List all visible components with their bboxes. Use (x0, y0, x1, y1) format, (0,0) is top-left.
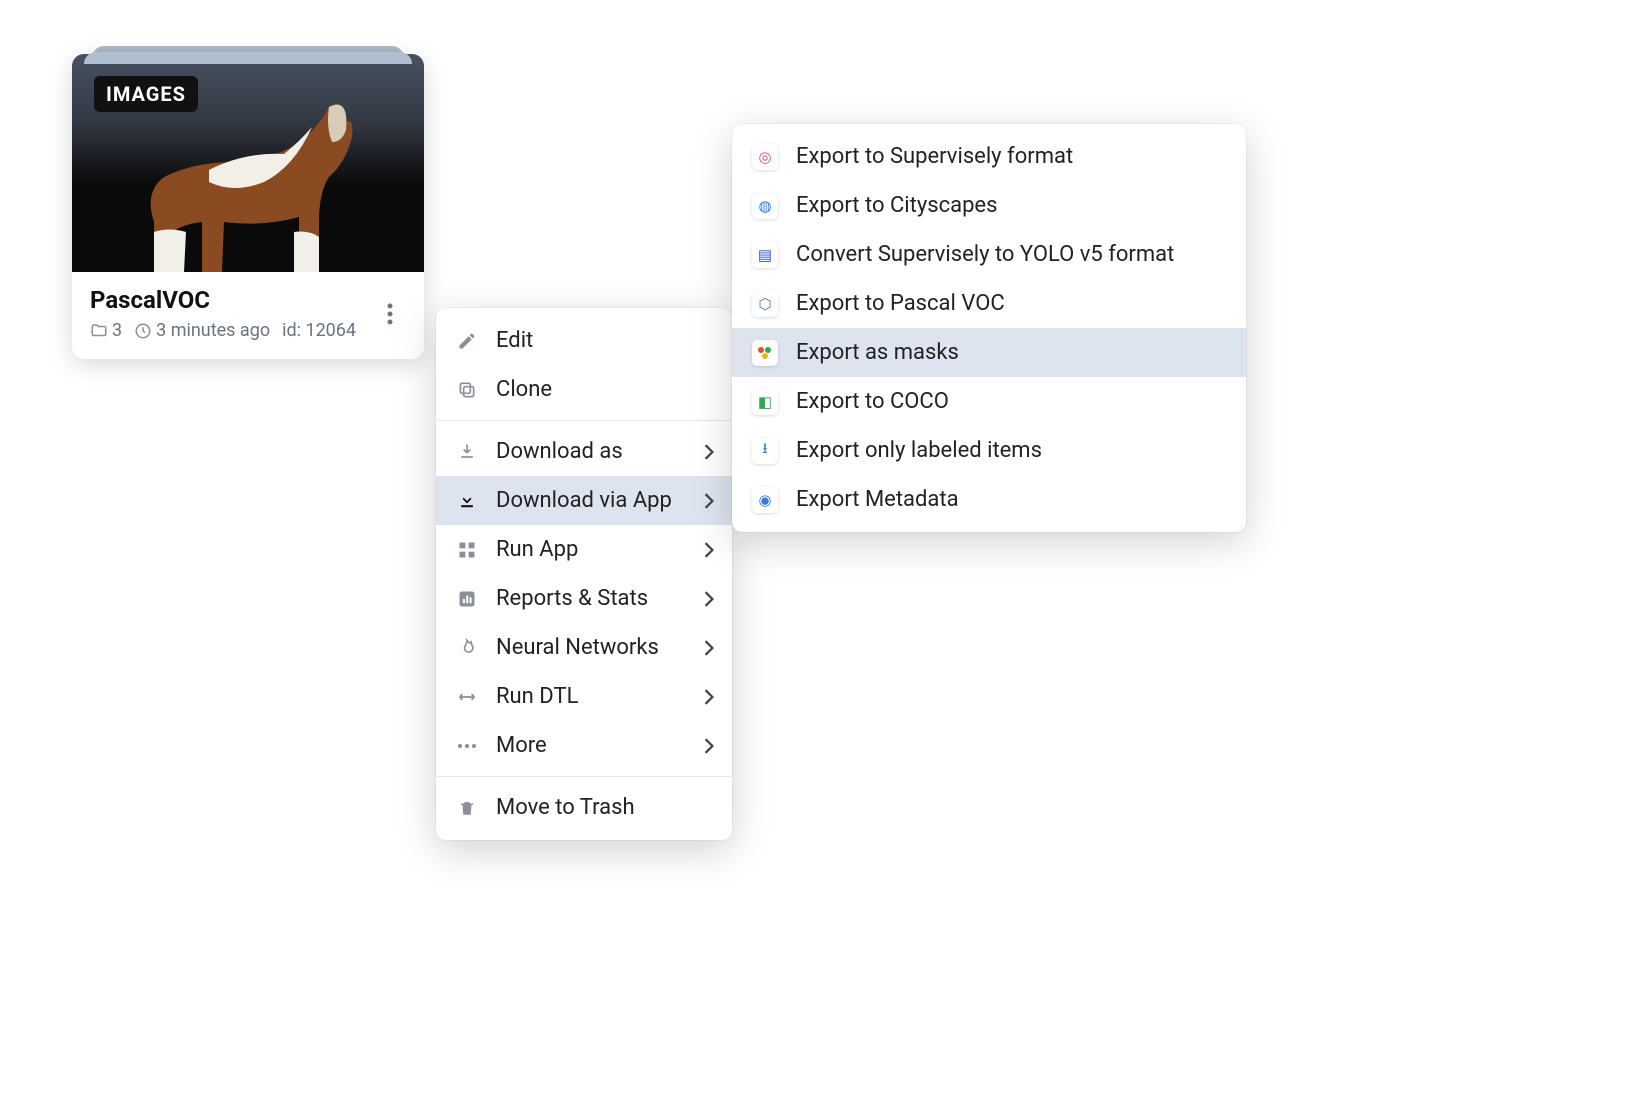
submenu-export-metadata[interactable]: ◉ Export Metadata (732, 475, 1246, 524)
chevron-right-icon (704, 493, 714, 509)
project-meta: 3 3 minutes ago id: 12064 (90, 320, 374, 341)
coco-app-icon: ◧ (752, 389, 778, 415)
images-badge: IMAGES (94, 76, 198, 112)
menu-clone[interactable]: Clone (436, 365, 732, 414)
submenu-export-supervisely[interactable]: ◎ Export to Supervisely format (732, 132, 1246, 181)
project-title: PascalVOC (90, 286, 374, 314)
menu-divider (436, 420, 732, 421)
project-id: id: 12064 (282, 320, 356, 341)
menu-more[interactable]: More (436, 721, 732, 770)
menu-run-app[interactable]: Run App (436, 525, 732, 574)
copy-icon (456, 379, 478, 401)
menu-edit[interactable]: Edit (436, 316, 732, 365)
apps-icon (456, 539, 478, 561)
menu-divider (436, 776, 732, 777)
metadata-app-icon: ◉ (752, 487, 778, 513)
chevron-right-icon (704, 591, 714, 607)
download-icon (456, 441, 478, 463)
menu-download-as[interactable]: Download as (436, 427, 732, 476)
submenu-export-labeled[interactable]: ⭳ Export only labeled items (732, 426, 1246, 475)
chevron-right-icon (704, 689, 714, 705)
masks-app-icon (752, 340, 778, 366)
menu-neural-networks[interactable]: Neural Networks (436, 623, 732, 672)
labeled-app-icon: ⭳ (752, 438, 778, 464)
chevron-right-icon (704, 444, 714, 460)
arrows-horizontal-icon (456, 686, 478, 708)
chevron-right-icon (704, 542, 714, 558)
submenu-export-cityscapes[interactable]: ◍ Export to Cityscapes (732, 181, 1246, 230)
menu-reports[interactable]: Reports & Stats (436, 574, 732, 623)
chevron-right-icon (704, 738, 714, 754)
submenu-export-pascal[interactable]: ⬡ Export to Pascal VOC (732, 279, 1246, 328)
project-age: 3 minutes ago (134, 320, 270, 341)
supervisely-app-icon: ◎ (752, 144, 778, 170)
menu-download-via-app[interactable]: Download via App (436, 476, 732, 525)
more-options-button[interactable] (374, 292, 406, 336)
pascal-app-icon: ⬡ (752, 291, 778, 317)
context-menu: Edit Clone Download as Download via App … (436, 308, 732, 840)
ellipsis-icon (456, 735, 478, 757)
submenu-export-coco[interactable]: ◧ Export to COCO (732, 377, 1246, 426)
folder-count: 3 (90, 320, 122, 341)
yolo-app-icon: ▤ (752, 242, 778, 268)
export-submenu: ◎ Export to Supervisely format ◍ Export … (732, 124, 1246, 532)
project-card[interactable]: IMAGES PascalVOC 3 3 minutes ago id: 120… (72, 54, 424, 359)
kebab-icon (387, 302, 393, 326)
menu-run-dtl[interactable]: Run DTL (436, 672, 732, 721)
bar-chart-icon (456, 588, 478, 610)
download-bold-icon (456, 490, 478, 512)
project-thumbnail: IMAGES (72, 54, 424, 272)
cityscapes-app-icon: ◍ (752, 193, 778, 219)
submenu-convert-yolo[interactable]: ▤ Convert Supervisely to YOLO v5 format (732, 230, 1246, 279)
pencil-icon (456, 330, 478, 352)
submenu-export-masks[interactable]: Export as masks (732, 328, 1246, 377)
fire-icon (456, 637, 478, 659)
menu-move-to-trash[interactable]: Move to Trash (436, 783, 732, 832)
chevron-right-icon (704, 640, 714, 656)
trash-icon (456, 797, 478, 819)
